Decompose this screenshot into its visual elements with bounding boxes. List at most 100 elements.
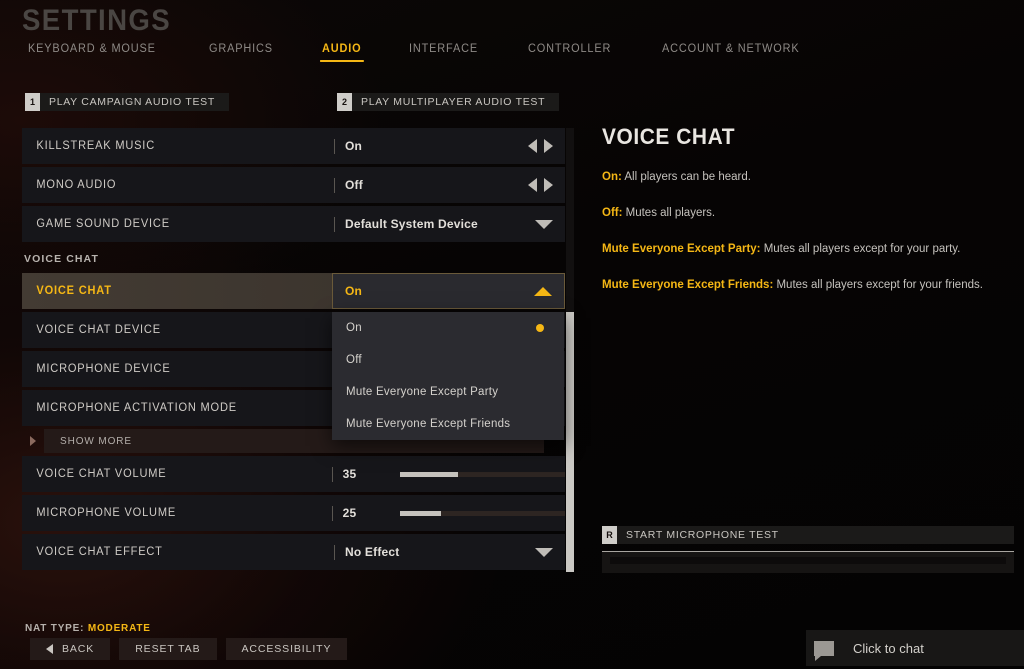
- key-badge-1: 1: [25, 93, 40, 111]
- info-term: On:: [602, 171, 622, 183]
- setting-label: VOICE CHAT VOLUME: [36, 468, 167, 480]
- voice-chat-dropdown-menu: On Off Mute Everyone Except Party Mute E…: [332, 312, 564, 440]
- setting-label: VOICE CHAT DEVICE: [36, 324, 161, 336]
- setting-row-killstreak-music[interactable]: KILLSTREAK MUSIC On: [22, 128, 565, 164]
- info-line-mute-except-friends: Mute Everyone Except Friends: Mutes all …: [602, 278, 1014, 293]
- info-term: Off:: [602, 206, 623, 219]
- accessibility-button[interactable]: ACCESSIBILITY: [225, 638, 348, 660]
- tab-controller[interactable]: CONTROLLER: [528, 43, 611, 64]
- chevron-up-icon: [534, 286, 552, 296]
- microphone-level-meter: [602, 551, 1014, 573]
- setting-row-voice-chat-effect[interactable]: VOICE CHAT EFFECT No Effect: [22, 534, 565, 570]
- section-header-voice-chat: VOICE CHAT: [24, 253, 99, 265]
- info-desc: All players can be heard.: [621, 171, 751, 183]
- voice-chat-volume-slider[interactable]: [400, 471, 565, 477]
- dropdown-option-on[interactable]: On: [332, 312, 564, 344]
- arrow-left-icon[interactable]: [528, 139, 537, 153]
- setting-value: Default System Device: [345, 217, 478, 231]
- info-term: Mute Everyone Except Friends:: [602, 278, 774, 291]
- info-desc: Mutes all players except for your friend…: [773, 278, 983, 291]
- tab-audio[interactable]: AUDIO: [319, 43, 363, 64]
- dropdown-option-mute-except-party[interactable]: Mute Everyone Except Party: [332, 376, 564, 408]
- dropdown-option-mute-except-friends[interactable]: Mute Everyone Except Friends: [332, 408, 564, 440]
- tab-keyboard-mouse[interactable]: KEYBOARD & MOUSE: [28, 43, 156, 64]
- setting-label: VOICE CHAT EFFECT: [36, 546, 163, 558]
- setting-value: Off: [345, 178, 363, 192]
- setting-row-microphone-volume[interactable]: MICROPHONE VOLUME 25: [22, 495, 565, 531]
- setting-row-voice-chat-volume[interactable]: VOICE CHAT VOLUME 35: [22, 456, 565, 492]
- setting-value: 25: [342, 506, 357, 520]
- tab-account-network[interactable]: ACCOUNT & NETWORK: [662, 43, 800, 64]
- info-line-on: On: All players can be heard.: [602, 170, 1014, 185]
- key-badge-2: 2: [336, 93, 352, 111]
- info-panel: VOICE CHAT On: All players can be heard.…: [602, 124, 1014, 314]
- tab-bar: KEYBOARD & MOUSE GRAPHICS AUDIO INTERFAC…: [28, 43, 852, 71]
- accessibility-button-label: ACCESSIBILITY: [241, 643, 332, 655]
- microphone-test-area: R START MICROPHONE TEST: [602, 526, 1014, 573]
- scrollbar-thumb[interactable]: [566, 312, 574, 572]
- dropdown-option-label: Off: [346, 354, 362, 366]
- selected-dot-icon: [536, 324, 544, 332]
- back-button-label: BACK: [62, 643, 95, 655]
- chat-bubble-icon: [814, 640, 834, 661]
- start-microphone-test-button[interactable]: R START MICROPHONE TEST: [602, 526, 1014, 544]
- dropdown-option-label: Mute Everyone Except Party: [346, 386, 499, 398]
- setting-label: VOICE CHAT: [36, 285, 112, 297]
- play-multiplayer-audio-test-label: PLAY MULTIPLAYER AUDIO TEST: [360, 96, 546, 108]
- info-line-mute-except-party: Mute Everyone Except Party: Mutes all pl…: [602, 242, 1014, 257]
- dropdown-option-label: On: [346, 322, 362, 334]
- chat-bar[interactable]: Click to chat: [806, 630, 1024, 666]
- setting-value: On: [345, 139, 363, 153]
- footer-buttons: BACK RESET TAB ACCESSIBILITY: [30, 638, 348, 660]
- play-multiplayer-audio-test-button[interactable]: 2 PLAY MULTIPLAYER AUDIO TEST: [336, 93, 560, 111]
- dropdown-control[interactable]: [535, 219, 553, 229]
- arrow-left-icon[interactable]: [528, 178, 537, 192]
- reset-tab-button-label: RESET TAB: [135, 643, 201, 655]
- arrow-right-icon[interactable]: [544, 178, 553, 192]
- setting-value: On: [345, 284, 363, 298]
- nat-type-label: NAT TYPE:: [25, 623, 85, 634]
- setting-label: MONO AUDIO: [36, 179, 117, 191]
- chevron-right-icon: [30, 436, 36, 446]
- setting-label: MICROPHONE DEVICE: [36, 363, 171, 375]
- info-desc: Mutes all players except for your party.: [760, 242, 961, 255]
- dropdown-toggle[interactable]: [534, 286, 552, 296]
- key-badge-r: R: [602, 526, 617, 544]
- chat-bar-label: Click to chat: [853, 640, 924, 656]
- slider-fill: [400, 510, 442, 516]
- dropdown-option-label: Mute Everyone Except Friends: [346, 418, 511, 430]
- back-button[interactable]: BACK: [30, 638, 111, 660]
- info-panel-title: VOICE CHAT: [602, 124, 736, 149]
- settings-list-scrollbar[interactable]: [566, 128, 574, 572]
- stepper-arrows: [528, 139, 553, 153]
- play-campaign-audio-test-button[interactable]: 1 PLAY CAMPAIGN AUDIO TEST: [25, 93, 229, 111]
- page-title: SETTINGS: [22, 4, 172, 37]
- nat-type-status: NAT TYPE: MODERATE: [25, 623, 151, 634]
- tab-interface[interactable]: INTERFACE: [409, 43, 478, 64]
- start-microphone-test-label: START MICROPHONE TEST: [626, 529, 779, 541]
- chevron-down-icon: [535, 219, 553, 229]
- setting-label: KILLSTREAK MUSIC: [36, 140, 155, 152]
- settings-screen: SETTINGS KEYBOARD & MOUSE GRAPHICS AUDIO…: [0, 0, 1024, 669]
- arrow-left-icon: [46, 644, 53, 654]
- stepper-arrows: [528, 178, 553, 192]
- microphone-level-meter-fill: [610, 557, 1006, 564]
- reset-tab-button[interactable]: RESET TAB: [119, 638, 217, 660]
- setting-label: MICROPHONE ACTIVATION MODE: [36, 402, 237, 414]
- info-line-off: Off: Mutes all players.: [602, 206, 1014, 221]
- setting-row-voice-chat[interactable]: VOICE CHAT On: [22, 273, 565, 309]
- audio-test-buttons: 1 PLAY CAMPAIGN AUDIO TEST 2 PLAY MULTIP…: [25, 93, 560, 111]
- nat-type-value: MODERATE: [87, 623, 151, 634]
- setting-row-mono-audio[interactable]: MONO AUDIO Off: [22, 167, 565, 203]
- dropdown-option-off[interactable]: Off: [332, 344, 564, 376]
- setting-value: No Effect: [345, 545, 400, 559]
- chevron-down-icon: [535, 547, 553, 557]
- tab-graphics[interactable]: GRAPHICS: [209, 43, 273, 64]
- microphone-volume-slider[interactable]: [400, 510, 565, 516]
- dropdown-control[interactable]: [535, 547, 553, 557]
- setting-row-game-sound-device[interactable]: GAME SOUND DEVICE Default System Device: [22, 206, 565, 242]
- setting-label: GAME SOUND DEVICE: [36, 218, 170, 230]
- arrow-right-icon[interactable]: [544, 139, 553, 153]
- voice-chat-dropdown-control[interactable]: On: [332, 273, 565, 309]
- setting-label: MICROPHONE VOLUME: [36, 507, 177, 519]
